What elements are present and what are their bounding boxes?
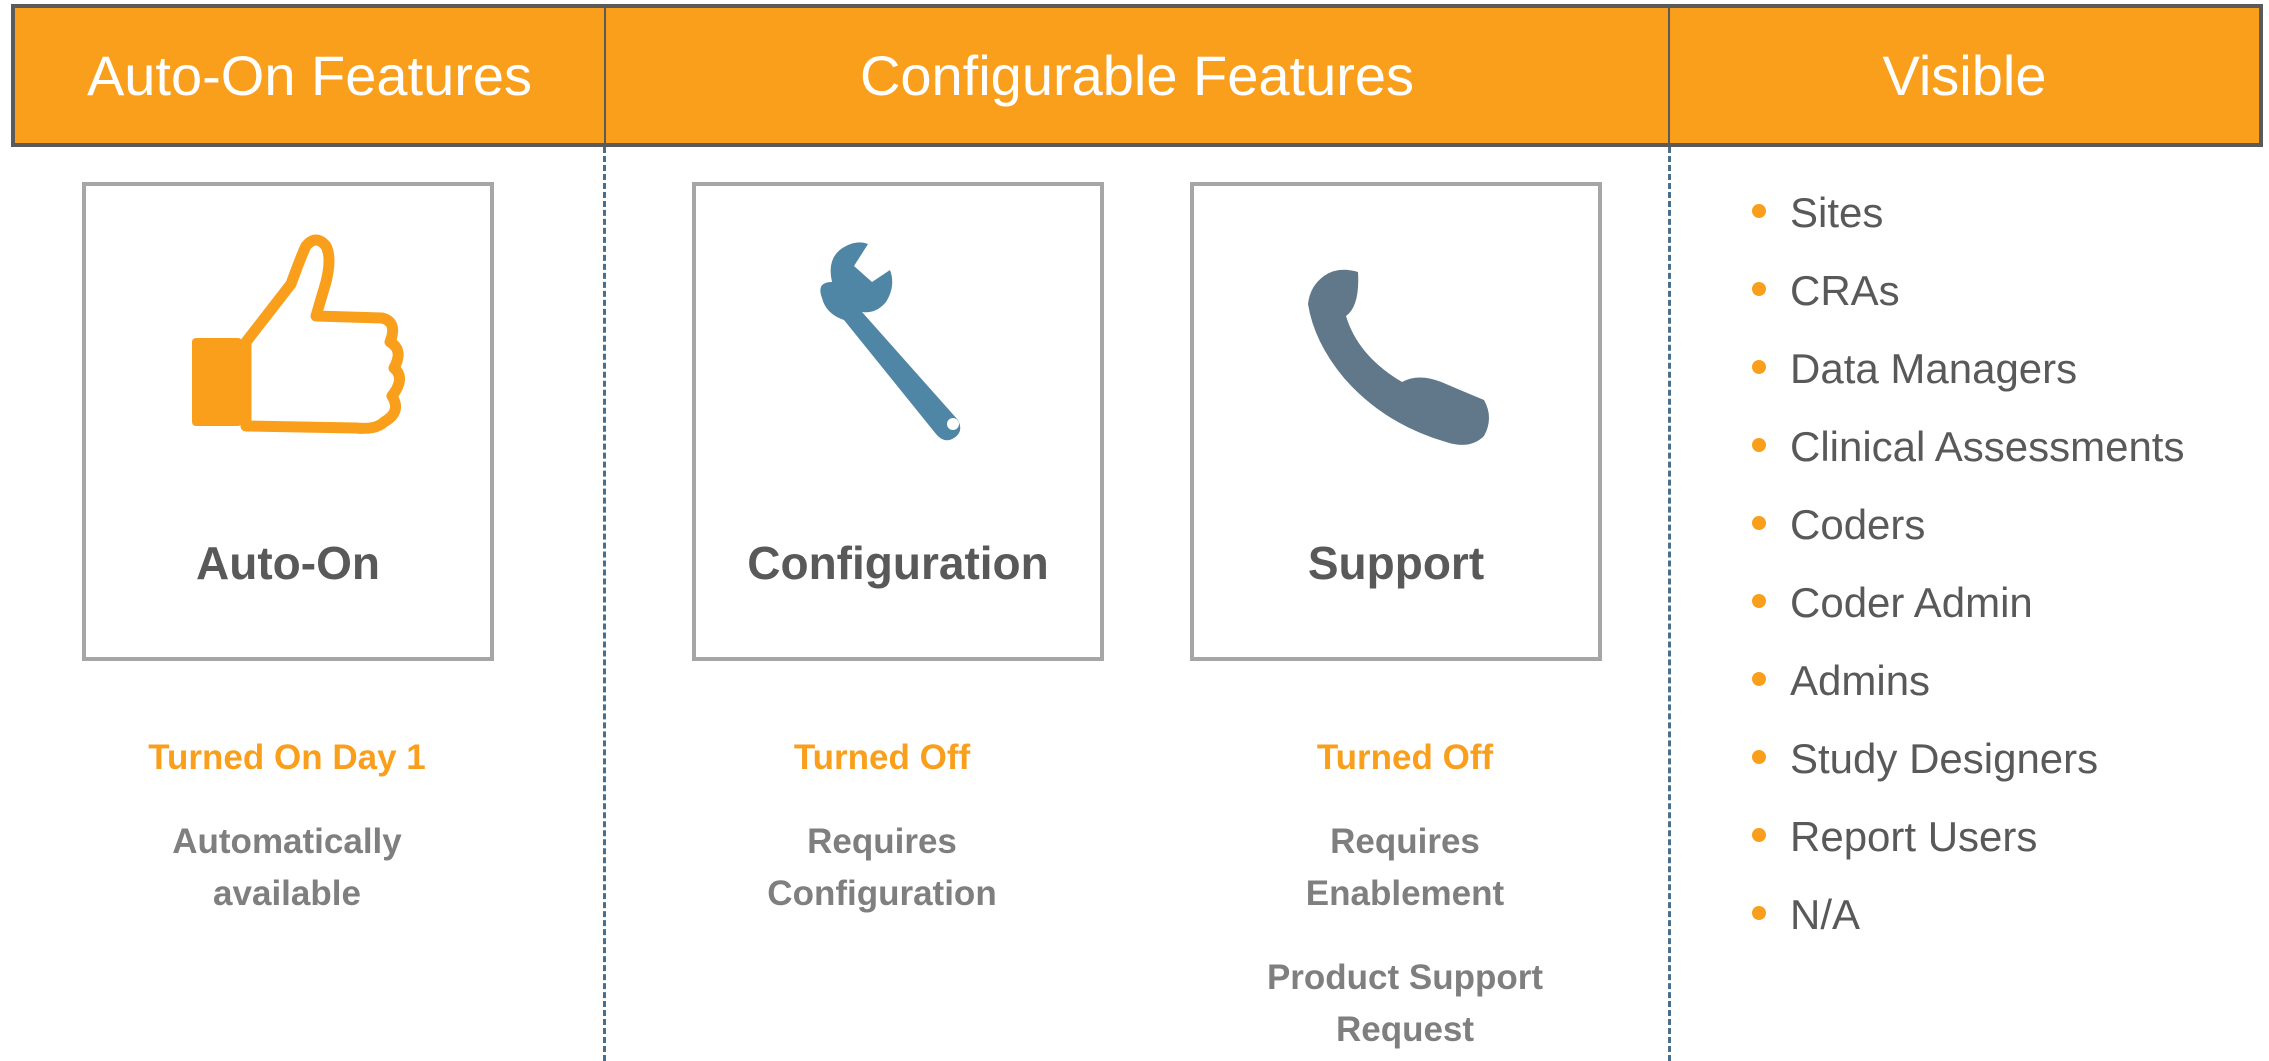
configuration-card: Configuration: [692, 182, 1104, 661]
header-auto-on-features: Auto-On Features: [11, 4, 606, 147]
auto-on-card: Auto-On: [82, 182, 494, 661]
column-divider-right: [1668, 147, 1671, 1061]
support-status: Turned Off: [1316, 738, 1494, 777]
bullet-icon: [1752, 204, 1766, 218]
list-item: N/A: [1752, 882, 2184, 960]
header-configurable-label: Configurable Features: [859, 44, 1415, 107]
header-visible-label: Visible: [1882, 44, 2047, 107]
header-configurable-features: Configurable Features: [604, 4, 1670, 147]
configuration-card-title: Configuration: [747, 537, 1049, 589]
list-item: CRAs: [1752, 258, 2184, 336]
list-item-label: N/A: [1790, 891, 1861, 938]
auto-on-description-line2: available: [213, 874, 361, 913]
header-auto-on-label: Auto-On Features: [86, 44, 533, 107]
thumbs-up-icon: [192, 234, 405, 434]
auto-on-description-line1: Automatically: [172, 822, 402, 861]
list-item-label: Coders: [1790, 501, 1926, 548]
header-visible: Visible: [1668, 4, 2263, 147]
list-item-label: Clinical Assessments: [1790, 423, 2185, 470]
column-divider-left: [603, 147, 606, 1061]
list-item-label: Sites: [1790, 189, 1884, 236]
list-item: Coders: [1752, 492, 2184, 570]
list-item-label: Coder Admin: [1790, 579, 2033, 626]
list-item: Admins: [1752, 648, 2184, 726]
wrench-icon: [820, 242, 961, 441]
auto-on-description: Automatically available: [57, 816, 517, 920]
support-request-line2: Request: [1335, 1010, 1475, 1049]
support-request-description: Product Support Request: [1175, 952, 1635, 1056]
list-item-label: CRAs: [1790, 267, 1900, 314]
bullet-icon: [1752, 360, 1766, 374]
list-item: Report Users: [1752, 804, 2184, 882]
list-item: Data Managers: [1752, 336, 2184, 414]
bullet-icon: [1752, 594, 1766, 608]
bullet-icon: [1752, 516, 1766, 530]
list-item: Clinical Assessments: [1752, 414, 2184, 492]
auto-on-status: Turned On Day 1: [148, 738, 426, 777]
bullet-icon: [1752, 282, 1766, 296]
bullet-icon: [1752, 906, 1766, 920]
configuration-description-line2: Configuration: [767, 874, 997, 913]
configuration-description: Requires Configuration: [652, 816, 1112, 920]
list-item: Sites: [1752, 180, 2184, 258]
list-item: Study Designers: [1752, 726, 2184, 804]
auto-on-card-title: Auto-On: [196, 537, 380, 589]
bullet-icon: [1752, 750, 1766, 764]
support-card: Support: [1190, 182, 1602, 661]
configuration-description-line1: Requires: [807, 822, 957, 861]
visible-roles-list: Sites CRAs Data Managers Clinical Assess…: [1752, 180, 2184, 960]
support-request-line1: Product Support: [1266, 958, 1544, 997]
bullet-icon: [1752, 828, 1766, 842]
bullet-icon: [1752, 438, 1766, 452]
support-card-title: Support: [1307, 537, 1485, 589]
list-item-label: Admins: [1790, 657, 1931, 704]
support-description-line2: Enablement: [1305, 874, 1505, 913]
list-item: Coder Admin: [1752, 570, 2184, 648]
support-description: Requires Enablement: [1175, 816, 1635, 920]
support-description-line1: Requires: [1330, 822, 1480, 861]
bullet-icon: [1752, 672, 1766, 686]
list-item-label: Study Designers: [1790, 735, 2099, 782]
configuration-status: Turned Off: [793, 738, 971, 777]
list-item-label: Report Users: [1790, 813, 2038, 860]
list-item-label: Data Managers: [1790, 345, 2078, 392]
phone-icon: [1308, 269, 1489, 445]
